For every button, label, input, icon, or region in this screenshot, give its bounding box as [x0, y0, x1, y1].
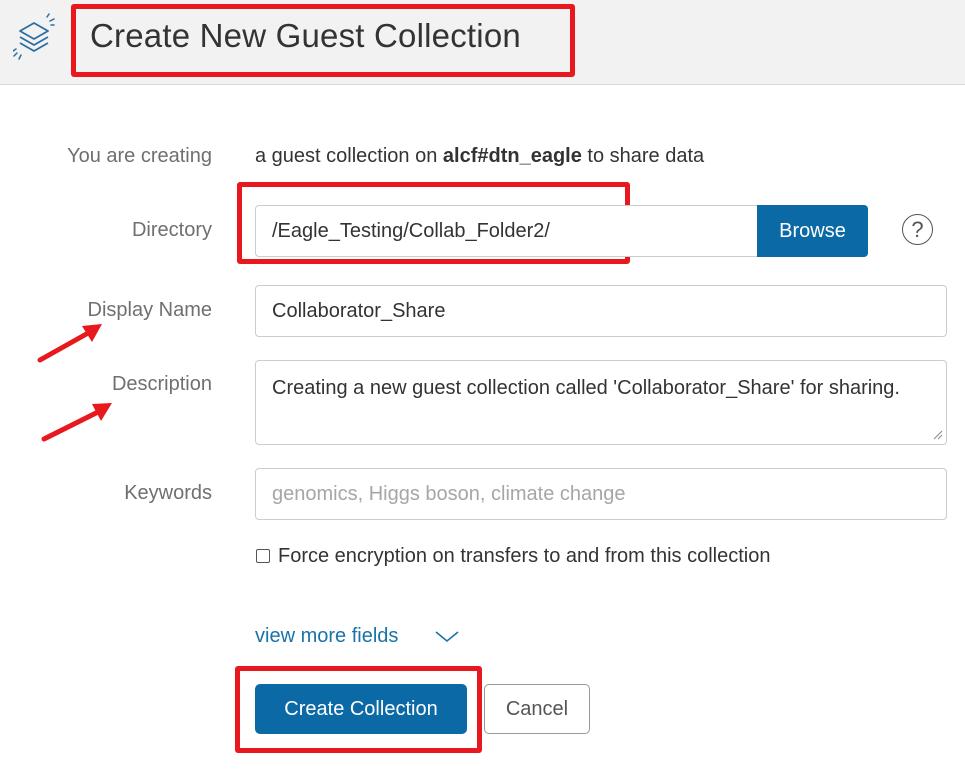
- keywords-placeholder: genomics, Higgs boson, climate change: [272, 482, 626, 505]
- description-textarea[interactable]: Creating a new guest collection called '…: [255, 360, 947, 445]
- directory-input[interactable]: /Eagle_Testing/Collab_Folder2/: [255, 205, 758, 257]
- endpoint-name: alcf#dtn_eagle: [442, 145, 582, 167]
- annotation-arrow-description: [41, 403, 112, 442]
- chevron-down-icon[interactable]: [434, 628, 460, 644]
- view-more-fields-link[interactable]: view more fields: [255, 625, 398, 648]
- display-name-label: Display Name: [87, 299, 212, 321]
- directory-value: /Eagle_Testing/Collab_Folder2/: [272, 219, 550, 242]
- annotation-arrow-display-name: [37, 324, 102, 363]
- description-value: Creating a new guest collection called '…: [272, 377, 900, 399]
- resize-handle-icon[interactable]: [933, 430, 943, 440]
- creating-description: a guest collection on alcf#dtn_eagle to …: [255, 145, 704, 168]
- creating-suffix: to share data: [581, 145, 705, 167]
- help-icon[interactable]: ?: [902, 214, 933, 245]
- keywords-label: Keywords: [124, 482, 212, 504]
- display-name-input[interactable]: Collaborator_Share: [255, 285, 947, 337]
- create-collection-button[interactable]: Create Collection: [255, 684, 467, 734]
- encryption-checkbox[interactable]: [256, 549, 270, 563]
- page-header: Create New Guest Collection: [0, 0, 965, 85]
- creating-prefix: a guest collection on: [255, 145, 443, 167]
- description-label: Description: [111, 373, 212, 395]
- encryption-label[interactable]: Force encryption on transfers to and fro…: [278, 545, 770, 568]
- creating-label: You are creating: [67, 145, 212, 167]
- cancel-button[interactable]: Cancel: [484, 684, 590, 734]
- keywords-input[interactable]: genomics, Higgs boson, climate change: [255, 468, 947, 520]
- browse-button[interactable]: Browse: [757, 205, 868, 257]
- directory-label: Directory: [131, 219, 212, 241]
- display-name-value: Collaborator_Share: [272, 299, 446, 322]
- page-title: Create New Guest Collection: [90, 17, 521, 54]
- layers-stack-icon: [13, 13, 55, 60]
